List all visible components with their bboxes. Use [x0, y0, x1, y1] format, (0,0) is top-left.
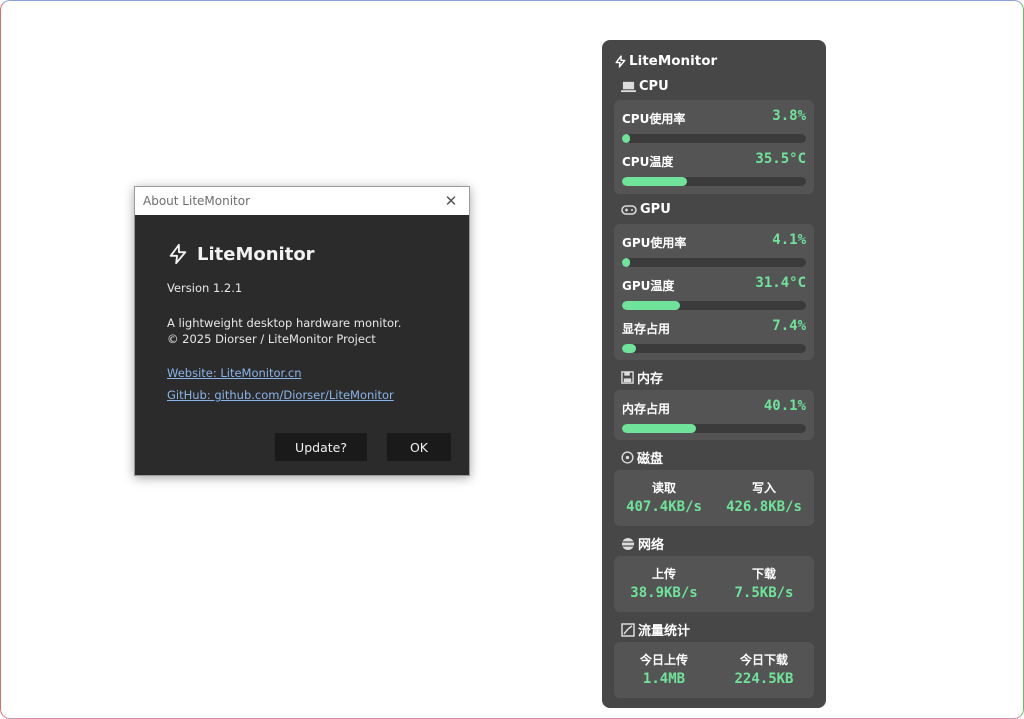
disk-card: 读取 407.4KB/s 写入 426.8KB/s	[614, 470, 814, 526]
vram-bar	[622, 344, 806, 353]
monitor-title: LiteMonitor	[614, 53, 717, 69]
cpu-temp-bar	[622, 177, 806, 186]
net-down-label: 下载	[751, 567, 776, 581]
network-icon	[622, 537, 634, 550]
memory-usage-label: 内存占用	[622, 402, 671, 416]
lightning-icon	[169, 243, 187, 265]
disk-icon	[621, 451, 634, 464]
net-up-value: 38.9KB/s	[630, 585, 698, 601]
traffic-down: 今日下载 224.5KB	[714, 651, 814, 689]
website-link[interactable]: Website: LiteMonitor.cn	[167, 366, 437, 380]
about-app-name: LiteMonitor	[197, 243, 315, 265]
network-section-title: 网络	[621, 534, 664, 553]
gpu-title-text: GPU	[640, 202, 671, 217]
cpu-card: CPU使用率 3.8% CPU温度 35.5°C	[614, 100, 814, 194]
net-down: 下载 7.5KB/s	[714, 565, 814, 603]
about-window-title: About LiteMonitor	[143, 194, 251, 208]
gpu-temp-bar	[622, 301, 806, 310]
cpu-usage-label: CPU使用率	[622, 112, 686, 126]
ok-button[interactable]: OK	[387, 433, 451, 461]
gpu-card: GPU使用率 4.1% GPU温度 31.4°C 显存占用 7.4%	[614, 224, 814, 360]
about-titlebar: About LiteMonitor ✕	[135, 187, 469, 215]
chart-icon	[621, 622, 635, 637]
github-link[interactable]: GitHub: github.com/Diorser/LiteMonitor	[167, 388, 437, 402]
net-up-label: 上传	[651, 567, 676, 581]
update-button[interactable]: Update?	[275, 433, 367, 461]
gpu-section-title: GPU	[621, 202, 671, 217]
vram-value: 7.4%	[772, 318, 806, 334]
net-up: 上传 38.9KB/s	[614, 565, 714, 603]
traffic-title-text: 流量统计	[638, 624, 691, 639]
network-title-text: 网络	[638, 538, 665, 553]
gpu-usage-bar	[622, 258, 806, 267]
disk-section-title: 磁盘	[621, 448, 663, 467]
cpu-temp-label: CPU温度	[622, 155, 674, 169]
floppy-icon	[621, 371, 634, 384]
disk-write: 写入 426.8KB/s	[714, 479, 814, 517]
disk-title-text: 磁盘	[637, 452, 664, 467]
gpu-usage-bar-fill	[622, 258, 631, 267]
disk-read: 读取 407.4KB/s	[614, 479, 714, 517]
vram-label: 显存占用	[622, 322, 671, 336]
monitor-title-text: LiteMonitor	[629, 53, 718, 69]
memory-usage-bar	[622, 424, 806, 433]
about-dialog: About LiteMonitor ✕ LiteMonitor Version …	[134, 186, 470, 476]
traffic-up-label: 今日上传	[639, 653, 688, 667]
memory-card: 内存占用 40.1%	[614, 390, 814, 440]
traffic-up-value: 1.4MB	[642, 671, 686, 687]
traffic-down-label: 今日下载	[739, 653, 788, 667]
monitor-panel[interactable]: LiteMonitor CPU CPU使用率 3.8% CPU温度 35.5°C…	[602, 40, 826, 708]
disk-write-value: 426.8KB/s	[726, 499, 802, 515]
disk-write-label: 写入	[751, 481, 776, 495]
gpu-temp-bar-fill	[622, 301, 680, 310]
traffic-section-title: 流量统计	[621, 620, 690, 639]
laptop-icon	[621, 81, 636, 93]
gpu-temp-label: GPU温度	[622, 279, 675, 293]
network-card: 上传 38.9KB/s 下载 7.5KB/s	[614, 556, 814, 612]
about-copyright: © 2025 Diorser / LiteMonitor Project	[167, 332, 376, 346]
gpu-temp-value: 31.4°C	[755, 275, 806, 291]
vram-bar-fill	[622, 344, 636, 353]
disk-read-value: 407.4KB/s	[626, 499, 702, 515]
memory-title-text: 内存	[637, 372, 664, 387]
disk-read-label: 读取	[651, 481, 676, 495]
lightning-icon	[615, 54, 626, 68]
gpu-usage-label: GPU使用率	[622, 236, 687, 250]
net-down-value: 7.5KB/s	[734, 585, 794, 601]
traffic-up: 今日上传 1.4MB	[614, 651, 714, 689]
cpu-title-text: CPU	[639, 79, 669, 94]
gamepad-icon	[621, 204, 637, 215]
gpu-usage-value: 4.1%	[772, 232, 806, 248]
cpu-usage-value: 3.8%	[772, 108, 806, 124]
memory-section-title: 内存	[621, 368, 663, 387]
memory-usage-value: 40.1%	[763, 398, 806, 414]
about-version: Version 1.2.1	[167, 281, 243, 295]
cpu-section-title: CPU	[621, 79, 669, 94]
cpu-usage-bar-fill	[622, 134, 631, 143]
traffic-down-value: 224.5KB	[734, 671, 794, 687]
cpu-usage-bar	[622, 134, 806, 143]
traffic-card: 今日上传 1.4MB 今日下载 224.5KB	[614, 642, 814, 698]
close-icon[interactable]: ✕	[441, 191, 461, 211]
cpu-temp-value: 35.5°C	[755, 151, 806, 167]
about-description: A lightweight desktop hardware monitor.	[167, 316, 402, 330]
cpu-temp-bar-fill	[622, 177, 688, 186]
memory-usage-bar-fill	[622, 424, 696, 433]
